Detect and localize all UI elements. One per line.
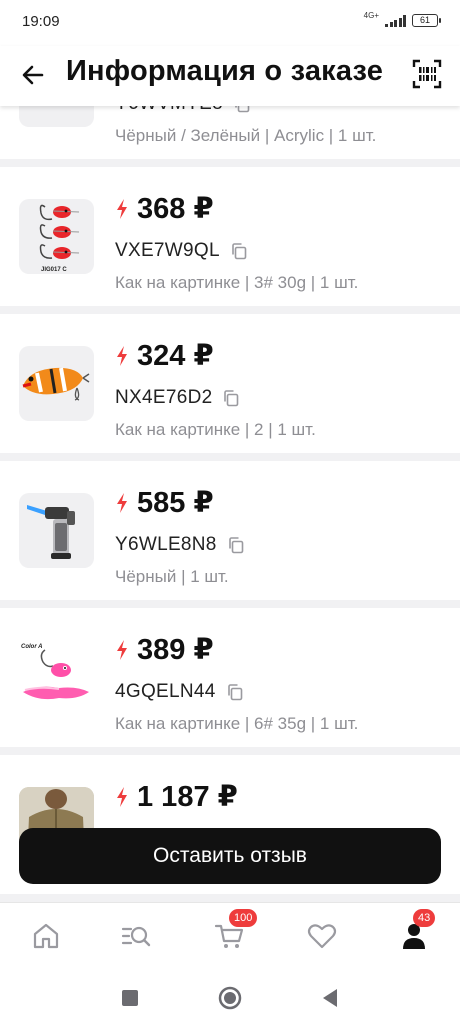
- product-price: 585 ₽: [137, 487, 214, 519]
- back-button[interactable]: [18, 60, 48, 90]
- nav-cart[interactable]: 100: [213, 909, 258, 953]
- price-row: 1 187 ₽: [115, 779, 238, 814]
- copy-icon[interactable]: [230, 242, 248, 260]
- order-items-list[interactable]: Y6WVMYE8 Чёрный / Зелёный | Acrylic | 1 …: [0, 106, 460, 902]
- status-time: 19:09: [22, 13, 60, 30]
- lightning-icon: [117, 639, 127, 660]
- square-icon: [122, 990, 138, 1006]
- network-type-label: 4G+: [363, 10, 379, 20]
- product-variant: Как на картинке | 2 | 1 шт.: [115, 420, 316, 439]
- product-thumbnail: Color A: [19, 640, 94, 715]
- product-price: 324 ₽: [137, 340, 214, 372]
- catalog-search-icon: [121, 926, 151, 947]
- barcode-button[interactable]: [412, 59, 442, 89]
- sku-row: Y6WVMYE8: [115, 106, 251, 115]
- price-row: 368 ₽: [115, 191, 214, 226]
- home-icon: [33, 923, 59, 949]
- order-item-card[interactable]: Color A 389 ₽ 4GQELN44 Как на картинке |…: [0, 608, 460, 747]
- page-title: Информация о заказе: [66, 55, 384, 87]
- lightning-icon: [117, 786, 127, 807]
- sku-row: VXE7W9QL: [115, 240, 248, 262]
- sku-row: Y6WLE8N8: [115, 534, 245, 556]
- product-sku: 4GQELN44: [115, 681, 216, 702]
- system-navigation-bar: [0, 972, 460, 1024]
- product-price: 368 ₽: [137, 193, 214, 225]
- sku-row: NX4E76D2: [115, 387, 240, 409]
- barcode-icon: [412, 59, 442, 89]
- profile-badge: 43: [413, 909, 436, 927]
- copy-icon[interactable]: [233, 106, 251, 113]
- order-item-card[interactable]: 585 ₽ Y6WLE8N8 Чёрный | 1 шт.: [0, 461, 460, 600]
- status-bar: 19:09 4G+ 61: [0, 0, 460, 46]
- order-item-card[interactable]: 324 ₽ NX4E76D2 Как на картинке | 2 | 1 ш…: [0, 314, 460, 453]
- product-price: 1 187 ₽: [137, 781, 238, 813]
- copy-icon[interactable]: [222, 389, 240, 407]
- product-sku: VXE7W9QL: [115, 240, 220, 261]
- product-sku: Y6WLE8N8: [115, 534, 217, 555]
- back-system-button[interactable]: [318, 986, 342, 1010]
- order-item-card[interactable]: Y6WVMYE8 Чёрный / Зелёный | Acrylic | 1 …: [0, 106, 460, 159]
- jig-image-label: JIG017 C: [41, 267, 67, 273]
- product-variant: Как на картинке | 6# 35g | 1 шт.: [115, 714, 359, 733]
- heart-icon: [307, 924, 337, 949]
- soft-bait-image-label: Color A: [21, 644, 42, 650]
- product-thumbnail: JIG017 C: [19, 199, 94, 274]
- recent-apps-button[interactable]: [118, 986, 142, 1010]
- nav-profile[interactable]: 43: [397, 909, 436, 953]
- nav-home[interactable]: [29, 919, 63, 953]
- fishing-lure-image: [22, 367, 90, 401]
- product-sku: Y6WVMYE8: [115, 106, 223, 115]
- product-price: 389 ₽: [137, 634, 214, 666]
- nav-favorites[interactable]: [305, 919, 339, 953]
- cart-badge: 100: [229, 909, 258, 927]
- bottom-navigation: 100 43: [0, 902, 460, 972]
- soft-bait-image: Color A: [21, 644, 89, 700]
- status-indicators: 4G+ 61: [363, 10, 441, 27]
- copy-icon[interactable]: [227, 536, 245, 554]
- torch-lighter-image: [27, 505, 75, 559]
- lightning-icon: [117, 492, 127, 513]
- sku-row: 4GQELN44: [115, 681, 244, 703]
- lightning-icon: [117, 198, 127, 219]
- product-thumbnail: [19, 493, 94, 568]
- price-row: 389 ₽: [115, 632, 214, 667]
- product-variant: Чёрный | 1 шт.: [115, 567, 229, 586]
- battery-icon: 61: [412, 14, 441, 27]
- product-variant: Чёрный / Зелёный | Acrylic | 1 шт.: [115, 126, 377, 145]
- product-thumbnail: [19, 106, 94, 127]
- order-item-card[interactable]: JIG017 C 368 ₽ VXE7W9QL Как на картинке …: [0, 167, 460, 306]
- product-thumbnail: [19, 346, 94, 421]
- price-row: 324 ₽: [115, 338, 214, 373]
- top-app-bar: Информация о заказе: [0, 46, 460, 106]
- product-sku: NX4E76D2: [115, 387, 213, 408]
- jig-head-image: JIG017 C: [39, 204, 80, 273]
- circle-icon: [218, 986, 242, 1010]
- back-arrow-icon: [22, 65, 44, 85]
- product-variant: Как на картинке | 3# 30g | 1 шт.: [115, 273, 359, 292]
- copy-icon[interactable]: [226, 683, 244, 701]
- home-system-button[interactable]: [218, 986, 242, 1010]
- price-row: 585 ₽: [115, 485, 214, 520]
- leave-review-button[interactable]: Оставить отзыв: [19, 828, 441, 884]
- triangle-back-icon: [323, 989, 337, 1007]
- signal-icon: [385, 14, 406, 27]
- lightning-icon: [117, 345, 127, 366]
- nav-catalog[interactable]: [119, 919, 153, 953]
